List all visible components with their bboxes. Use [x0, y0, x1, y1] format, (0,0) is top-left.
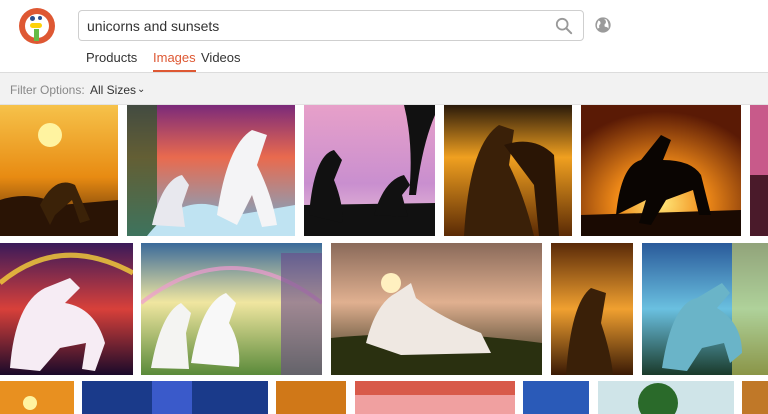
search-icon[interactable]: [555, 17, 573, 35]
search-box: [78, 10, 584, 41]
image-result[interactable]: [444, 105, 572, 236]
tab-products[interactable]: Products: [86, 50, 137, 72]
image-result[interactable]: [0, 381, 74, 414]
filter-options-label: Filter Options:: [10, 83, 85, 97]
image-result[interactable]: [581, 105, 741, 236]
logo-eye: [38, 16, 42, 20]
image-result[interactable]: [127, 105, 295, 236]
chevron-down-icon[interactable]: ⌄: [137, 84, 145, 95]
image-result[interactable]: [523, 381, 589, 414]
image-result[interactable]: [276, 381, 346, 414]
image-result[interactable]: [141, 243, 322, 375]
image-result[interactable]: [0, 243, 133, 375]
image-results-grid: [0, 105, 768, 414]
image-result[interactable]: [742, 381, 768, 414]
filter-bar: Filter Options: All Sizes ⌄: [0, 73, 768, 105]
globe-icon[interactable]: [594, 16, 612, 34]
image-result[interactable]: [82, 381, 268, 414]
image-result[interactable]: [750, 105, 768, 236]
logo-tie: [34, 29, 39, 41]
logo-eye: [30, 16, 35, 21]
size-filter-dropdown[interactable]: All Sizes: [90, 83, 136, 97]
image-result[interactable]: [304, 105, 435, 236]
image-result[interactable]: [0, 105, 118, 236]
image-result[interactable]: [642, 243, 768, 375]
tab-videos[interactable]: Videos: [201, 50, 241, 72]
header: Products Images Videos: [0, 0, 768, 73]
image-result[interactable]: [355, 381, 515, 414]
duckduckgo-logo[interactable]: [19, 8, 55, 44]
image-result[interactable]: [551, 243, 633, 375]
image-result[interactable]: [331, 243, 542, 375]
tab-images[interactable]: Images: [153, 50, 196, 72]
logo-beak: [30, 23, 42, 28]
image-result[interactable]: [598, 381, 734, 414]
search-input[interactable]: [87, 11, 547, 40]
